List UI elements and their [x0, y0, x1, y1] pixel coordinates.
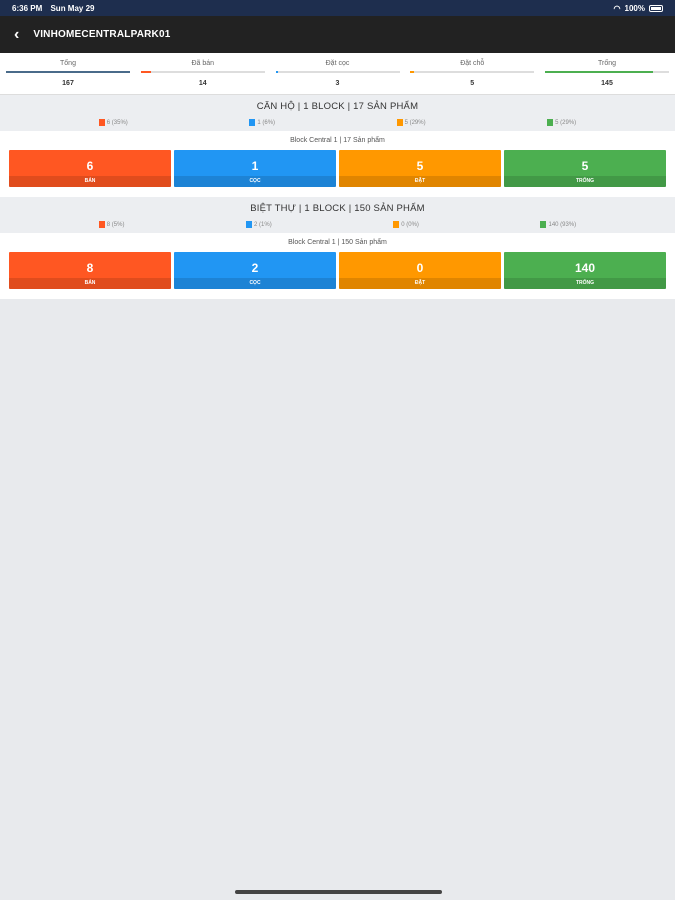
back-arrow-icon[interactable]: ‹ — [14, 26, 19, 43]
deposit-tile[interactable]: 2 CỌC — [174, 252, 336, 289]
block-title: Block Central 1 | 17 Sản phẩm — [290, 137, 385, 144]
section-title: BIỆT THỰ | 1 BLOCK | 150 SẢN PHẨM — [250, 203, 425, 214]
legend-text: 0 (0%) — [401, 221, 419, 228]
tab-value: 167 — [62, 80, 74, 87]
reserved-tile[interactable]: 5 ĐẶT — [339, 150, 501, 187]
tab-value: 5 — [470, 80, 475, 87]
legend-text: 1 (6%) — [257, 119, 276, 126]
tile-label: CỌC — [174, 278, 336, 289]
tab-deposit[interactable]: Đặt cọc 3 — [275, 59, 400, 91]
legend: 8 (5%) 2 (1%) 0 (0%) 140 (93%) — [8, 221, 667, 228]
tab-available[interactable]: Trống 145 — [545, 59, 669, 91]
legend: 6 (35%) 1 (6%) 5 (29%) 5 (29%) — [8, 119, 667, 126]
wifi-icon: ◠ — [613, 3, 621, 13]
legend-text: 140 (93%) — [548, 221, 577, 228]
tile-label: ĐẶT — [339, 176, 501, 187]
section-apartment: CĂN HỘ | 1 BLOCK | 17 SẢN PHẨM 6 (35%) 1… — [0, 95, 675, 197]
tile-label: BÁN — [9, 176, 171, 187]
tab-sold[interactable]: Đã bán 14 — [140, 59, 265, 91]
reserved-tile[interactable]: 0 ĐẶT — [339, 252, 501, 289]
legend-text: 6 (35%) — [106, 119, 128, 126]
tab-label: Đã bán — [191, 60, 215, 67]
tab-value: 3 — [335, 80, 340, 87]
section-header: CĂN HỘ | 1 BLOCK | 17 SẢN PHẨM 6 (35%) 1… — [0, 95, 675, 131]
tab-progress — [545, 71, 669, 73]
section-title: CĂN HỘ | 1 BLOCK | 17 SẢN PHẨM — [256, 101, 419, 112]
tab-label: Đặt chỗ — [460, 60, 485, 67]
legend-text: 2 (1%) — [254, 221, 272, 228]
legend-text: 5 (29%) — [555, 119, 577, 126]
tile-count: 8 — [86, 261, 94, 275]
available-tile[interactable]: 140 TRỐNG — [504, 252, 666, 289]
sold-tile[interactable]: 8 BÁN — [9, 252, 171, 289]
status-tiles: 8 BÁN 2 CỌC 0 ĐẶT 140 TRỐNG — [9, 252, 666, 289]
legend-available: 140 (93%) — [540, 221, 576, 228]
available-tile[interactable]: 5 TRỐNG — [504, 150, 666, 187]
tab-reserved[interactable]: Đặt chỗ 5 — [410, 59, 535, 91]
legend-sold: 8 (5%) — [98, 221, 125, 228]
section-header: BIỆT THỰ | 1 BLOCK | 150 SẢN PHẨM 8 (5%)… — [0, 197, 675, 233]
tile-count: 1 — [251, 159, 259, 173]
status-date: Sun May 29 — [50, 3, 95, 13]
block-title: Block Central 1 | 150 Sản phẩm — [288, 239, 387, 246]
tab-value: 14 — [198, 80, 207, 87]
tile-count: 6 — [86, 159, 94, 173]
legend-text: 8 (5%) — [106, 221, 125, 228]
tile-count: 2 — [251, 261, 259, 275]
tile-count: 5 — [416, 159, 424, 173]
tile-label: TRỐNG — [504, 176, 666, 187]
tile-label: ĐẶT — [339, 278, 501, 289]
tab-label: Tổng — [60, 60, 76, 67]
tile-count: 0 — [416, 261, 424, 275]
tab-progress — [410, 71, 535, 73]
legend-sold: 6 (35%) — [98, 119, 128, 126]
tab-progress — [6, 71, 130, 73]
tile-count: 5 — [581, 159, 589, 173]
tab-progress — [140, 71, 265, 73]
legend-deposit: 1 (6%) — [249, 119, 275, 126]
legend-reserved: 5 (29%) — [396, 119, 426, 126]
tile-label: BÁN — [9, 278, 171, 289]
tile-label: TRỐNG — [504, 278, 666, 289]
battery-percent: 100% — [624, 3, 645, 13]
section-villa: BIỆT THỰ | 1 BLOCK | 150 SẢN PHẨM 8 (5%)… — [0, 197, 675, 299]
tile-count: 140 — [574, 261, 596, 275]
status-tiles: 6 BÁN 1 CỌC 5 ĐẶT 5 TRỐNG — [9, 150, 666, 187]
tab-total[interactable]: Tổng 167 — [6, 59, 130, 91]
home-indicator[interactable] — [235, 890, 442, 894]
nav-bar: ‹ VINHOMECENTRALPARK01 — [0, 16, 675, 53]
sold-tile[interactable]: 6 BÁN — [9, 150, 171, 187]
legend-deposit: 2 (1%) — [246, 221, 272, 228]
block-card: Block Central 1 | 17 Sản phẩm 6 BÁN 1 CỌ… — [0, 131, 675, 197]
summary-tabs: Tổng 167 Đã bán 14 Đặt cọc 3 Đặt chỗ 5 T… — [0, 53, 675, 95]
status-time: 6:36 PM — [12, 3, 43, 13]
legend-available: 5 (29%) — [547, 119, 576, 126]
deposit-tile[interactable]: 1 CỌC — [174, 150, 336, 187]
tab-progress — [275, 71, 400, 73]
page-title: VINHOMECENTRALPARK01 — [33, 29, 171, 40]
legend-text: 5 (29%) — [404, 119, 426, 126]
block-card: Block Central 1 | 150 Sản phẩm 8 BÁN 2 C… — [0, 233, 675, 299]
tile-label: CỌC — [174, 176, 336, 187]
tab-label: Đặt cọc — [325, 60, 350, 67]
status-bar: 6:36 PM Sun May 29 ◠ 100% — [0, 0, 675, 16]
tab-value: 145 — [601, 80, 613, 87]
battery-icon — [649, 4, 663, 12]
tab-label: Trống — [597, 60, 617, 67]
legend-reserved: 0 (0%) — [393, 221, 419, 228]
